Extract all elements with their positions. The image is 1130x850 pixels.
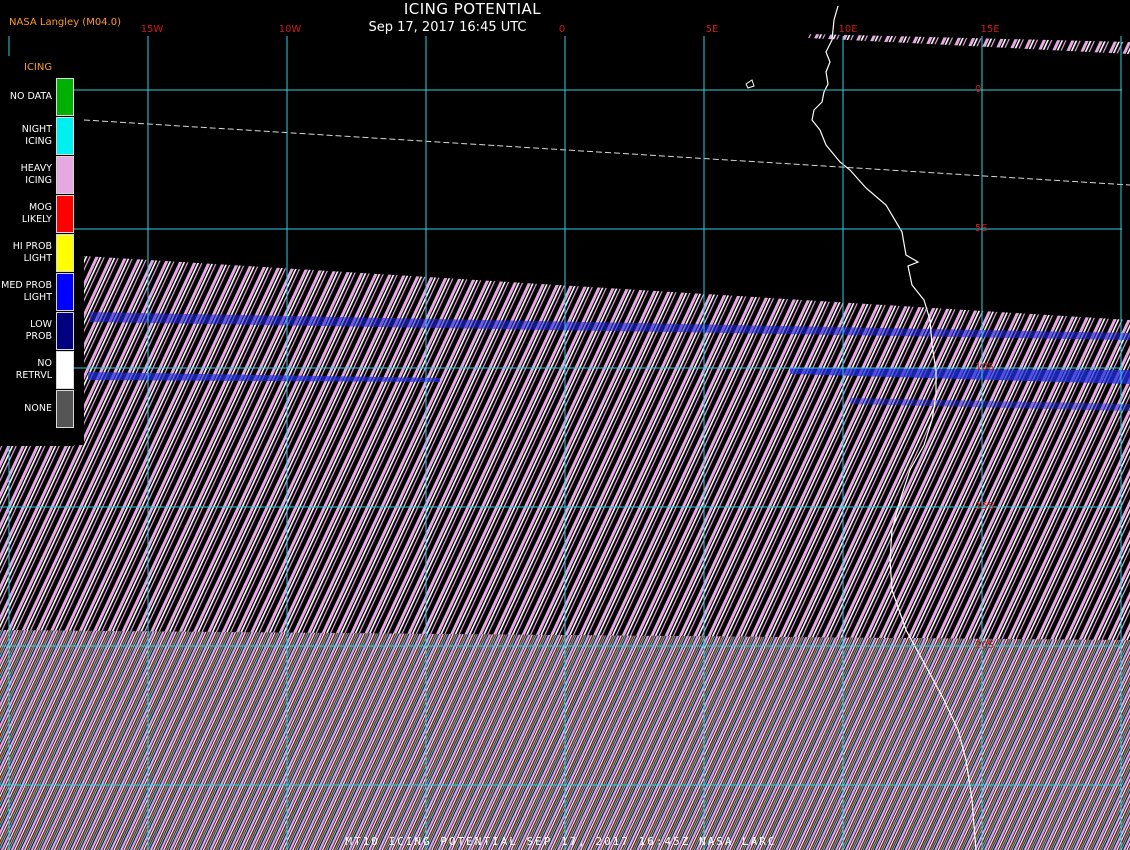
legend-item-label: NONE <box>24 403 52 414</box>
legend-item-label: MOG LIKELY <box>21 202 52 225</box>
legend-swatch <box>56 351 74 389</box>
legend-item-label: HEAVY ICING <box>20 163 52 186</box>
legend-swatch <box>56 156 74 194</box>
legend-item: NO RETRVL <box>0 351 74 389</box>
legend-item-label: HI PROB LIGHT <box>12 241 52 264</box>
legend-item: NIGHT ICING <box>0 117 74 155</box>
map-title: ICING POTENTIAL <box>403 0 542 18</box>
legend-item: NONE <box>0 390 74 428</box>
legend-swatch <box>56 234 74 272</box>
latitude-label-10s: 10S <box>975 362 995 373</box>
legend-title: ICING <box>24 62 53 73</box>
legend-item: HI PROB LIGHT <box>0 234 74 272</box>
icing-potential-map: ICING POTENTIAL Sep 17, 2017 16:45 UTC N… <box>0 0 1130 850</box>
credit-label: NASA Langley (M04.0) <box>9 17 121 28</box>
latitude-label-15s: 15S <box>975 501 995 512</box>
legend-swatch <box>56 117 74 155</box>
lat-lon-grid <box>0 36 1122 850</box>
legend-item: NO DATA <box>0 78 74 116</box>
legend-item-label: LOW PROB <box>25 319 52 342</box>
legend-swatch <box>56 390 74 428</box>
legend-swatch <box>56 78 74 116</box>
legend-item: LOW PROB <box>0 312 74 350</box>
map-timestamp: Sep 17, 2017 16:45 UTC <box>368 20 527 35</box>
legend-item-label: NO DATA <box>9 91 52 102</box>
legend-item: MOG LIKELY <box>0 195 74 233</box>
longitude-label-10w: 10W <box>278 24 302 35</box>
longitude-label-5e: 5E <box>705 24 719 35</box>
legend-item: HEAVY ICING <box>0 156 74 194</box>
longitude-label-10e: 10E <box>838 24 858 35</box>
latitude-label-20s: 20S <box>975 640 995 651</box>
legend-swatch <box>56 312 74 350</box>
legend-swatch <box>56 195 74 233</box>
legend-item-label: MED PROB LIGHT <box>1 280 52 303</box>
legend-swatch <box>56 273 74 311</box>
legend-item-label: NO RETRVL <box>15 358 52 381</box>
longitude-label-0: 0 <box>558 24 566 35</box>
longitude-label-15e: 15E <box>980 24 1000 35</box>
legend-item-label: NIGHT ICING <box>21 124 52 147</box>
legend-item: MED PROB LIGHT <box>0 273 74 311</box>
map-footer-caption: MT10 ICING POTENTIAL SEP 17, 2017 16:45Z… <box>345 835 777 848</box>
latitude-label-5s: 5S <box>975 223 988 234</box>
longitude-label-15w: 15W <box>140 24 164 35</box>
icing-legend: ICING NO DATA NIGHT ICING HEAVY ICING MOG LIKE… <box>0 56 74 446</box>
latitude-label-0: 0 <box>975 84 982 95</box>
